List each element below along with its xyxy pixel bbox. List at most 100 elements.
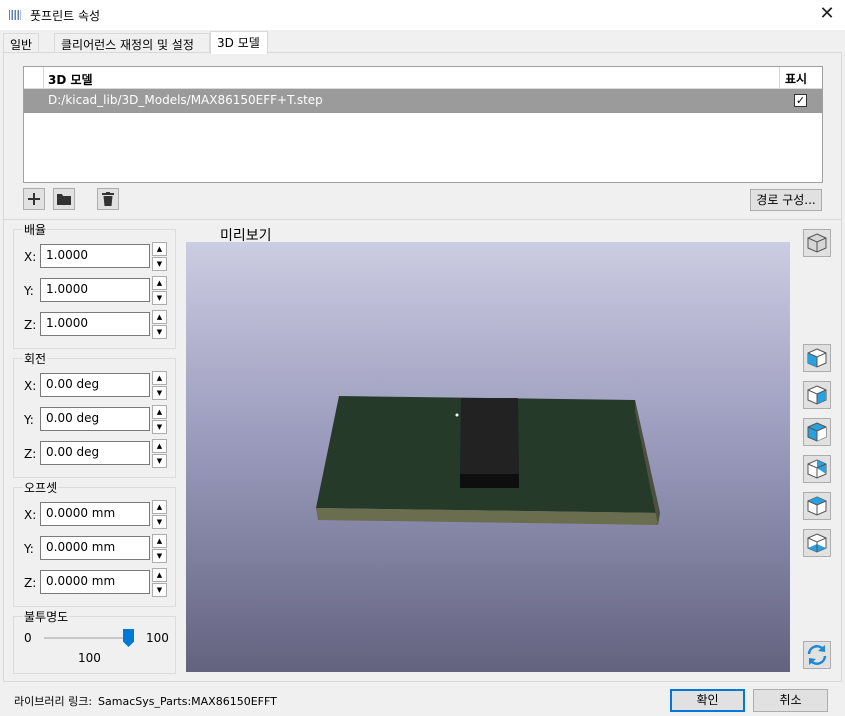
spin-up-icon: ▲: [152, 568, 167, 582]
scale-y-row: Y: 1.0000 ▲ ▼: [14, 276, 174, 305]
spin-down-icon: ▼: [152, 291, 167, 305]
offset-x-spinner[interactable]: ▲ ▼: [152, 500, 167, 529]
pin1-marker: [455, 413, 459, 417]
close-icon[interactable]: ✕: [817, 4, 837, 24]
opacity-max-label: 100: [146, 631, 169, 645]
scale-x-input[interactable]: 1.0000: [40, 244, 150, 268]
3d-preview-canvas[interactable]: [186, 242, 790, 672]
tab-3d-model[interactable]: 3D 모델: [210, 31, 268, 54]
opacity-group: 불투명도 0 100 100: [13, 608, 176, 674]
offset-z-input[interactable]: 0.0000 mm: [40, 570, 150, 594]
offset-z-row: Z: 0.0000 mm ▲ ▼: [14, 568, 174, 597]
spin-up-icon: ▲: [152, 439, 167, 453]
scale-z-spinner[interactable]: ▲ ▼: [152, 310, 167, 339]
spin-up-icon: ▲: [152, 310, 167, 324]
spin-down-icon: ▼: [152, 583, 167, 597]
view-bottom-button[interactable]: [803, 529, 831, 557]
3d-model-render: [316, 396, 660, 525]
spin-down-icon: ▼: [152, 386, 167, 400]
ok-button[interactable]: 확인: [670, 689, 745, 712]
scale-x-row: X: 1.0000 ▲ ▼: [14, 242, 174, 271]
cancel-button[interactable]: 취소: [753, 689, 828, 712]
column-header-show[interactable]: 표시: [779, 67, 822, 88]
view-bottom-icon: [807, 533, 827, 553]
opacity-slider-fill: [44, 637, 127, 639]
cube-3d-icon: [807, 233, 827, 253]
scale-z-input[interactable]: 1.0000: [40, 312, 150, 336]
spin-down-icon: ▼: [152, 257, 167, 271]
offset-y-input[interactable]: 0.0000 mm: [40, 536, 150, 560]
reload-button[interactable]: [803, 641, 831, 669]
scale-group: 배율 X: 1.0000 ▲ ▼ Y: 1.0000 ▲ ▼ Z: 1.0000 ▲…: [13, 221, 176, 349]
spin-down-icon: ▼: [152, 515, 167, 529]
view-left-icon: [807, 348, 827, 368]
view-3d-button[interactable]: [803, 229, 831, 257]
offset-y-row: Y: 0.0000 mm ▲ ▼: [14, 534, 174, 563]
rotation-y-spinner[interactable]: ▲ ▼: [152, 405, 167, 434]
tab-general[interactable]: 일반: [3, 33, 39, 53]
scale-x-spinner[interactable]: ▲ ▼: [152, 242, 167, 271]
view-front-icon: [807, 422, 827, 442]
column-header-model[interactable]: 3D 모델: [48, 71, 93, 88]
plus-icon: [28, 193, 40, 205]
offset-z-spinner[interactable]: ▲ ▼: [152, 568, 167, 597]
view-back-icon: [807, 459, 827, 479]
show-checkbox[interactable]: ✓: [794, 94, 807, 107]
trash-icon: [102, 192, 114, 206]
list-header: 3D 모델 표시: [24, 67, 822, 89]
tab-clearance[interactable]: 클리어런스 재정의 및 설정: [54, 33, 210, 53]
rotation-title: 회전: [23, 350, 48, 367]
view-back-button[interactable]: [803, 455, 831, 483]
view-top-button[interactable]: [803, 492, 831, 520]
opacity-value: 100: [78, 651, 101, 665]
chip-front: [460, 474, 519, 488]
opacity-title: 불투명도: [23, 608, 70, 625]
rotation-z-row: Z: 0.00 deg ▲ ▼: [14, 439, 174, 468]
reload-icon: [807, 645, 827, 665]
spin-down-icon: ▼: [152, 325, 167, 339]
path-config-button[interactable]: 경로 구성...: [750, 189, 822, 211]
scale-z-row: Z: 1.0000 ▲ ▼: [14, 310, 174, 339]
view-left-button[interactable]: [803, 344, 831, 372]
spin-up-icon: ▲: [152, 405, 167, 419]
table-row[interactable]: D:/kicad_lib/3D_Models/MAX86150EFF+T.ste…: [24, 89, 822, 113]
library-link-label: 라이브러리 링크:: [14, 695, 93, 708]
model-path[interactable]: D:/kicad_lib/3D_Models/MAX86150EFF+T.ste…: [48, 93, 323, 107]
spin-down-icon: ▼: [152, 420, 167, 434]
footprint-app-icon: [9, 9, 21, 21]
rotation-z-input[interactable]: 0.00 deg: [40, 441, 150, 465]
spin-down-icon: ▼: [152, 549, 167, 563]
spin-down-icon: ▼: [152, 454, 167, 468]
offset-y-spinner[interactable]: ▲ ▼: [152, 534, 167, 563]
spin-up-icon: ▲: [152, 371, 167, 385]
browse-model-button[interactable]: [53, 188, 75, 210]
rotation-x-input[interactable]: 0.00 deg: [40, 373, 150, 397]
library-link: 라이브러리 링크: SamacSys_Parts:MAX86150EFFT: [14, 693, 277, 709]
add-model-button[interactable]: [23, 188, 45, 210]
offset-x-input[interactable]: 0.0000 mm: [40, 502, 150, 526]
opacity-slider-thumb[interactable]: [123, 629, 134, 647]
spin-up-icon: ▲: [152, 534, 167, 548]
scale-title: 배율: [23, 221, 48, 238]
view-top-icon: [807, 496, 827, 516]
rotation-group: 회전 X: 0.00 deg ▲ ▼ Y: 0.00 deg ▲ ▼ Z: 0.00…: [13, 350, 176, 478]
view-front-button[interactable]: [803, 418, 831, 446]
scale-y-input[interactable]: 1.0000: [40, 278, 150, 302]
view-right-button[interactable]: [803, 381, 831, 409]
spin-up-icon: ▲: [152, 500, 167, 514]
rotation-y-input[interactable]: 0.00 deg: [40, 407, 150, 431]
divider: [4, 219, 841, 220]
rotation-x-spinner[interactable]: ▲ ▼: [152, 371, 167, 400]
scale-y-spinner[interactable]: ▲ ▼: [152, 276, 167, 305]
rotation-y-row: Y: 0.00 deg ▲ ▼: [14, 405, 174, 434]
offset-group: 오프셋 X: 0.0000 mm ▲ ▼ Y: 0.0000 mm ▲ ▼ Z: 0…: [13, 479, 176, 607]
model-list[interactable]: 3D 모델 표시 D:/kicad_lib/3D_Models/MAX86150…: [23, 66, 823, 183]
delete-model-button[interactable]: [97, 188, 119, 210]
offset-x-row: X: 0.0000 mm ▲ ▼: [14, 500, 174, 529]
spin-up-icon: ▲: [152, 276, 167, 290]
opacity-min-label: 0: [24, 631, 32, 645]
rotation-z-spinner[interactable]: ▲ ▼: [152, 439, 167, 468]
library-link-value: SamacSys_Parts:MAX86150EFFT: [98, 695, 277, 708]
view-right-icon: [807, 385, 827, 405]
window-title: 풋프린트 속성: [30, 9, 101, 23]
